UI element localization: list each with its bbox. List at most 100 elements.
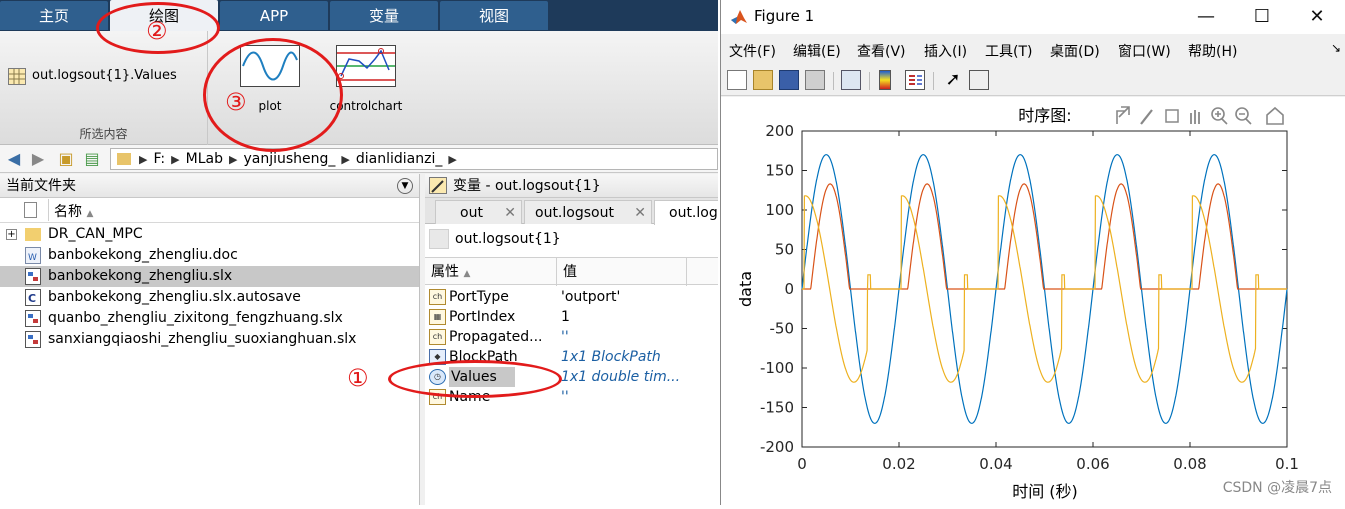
current-folder-title: 当前文件夹 ▼ bbox=[0, 174, 419, 198]
menu-window[interactable]: 窗口(W) bbox=[1118, 41, 1171, 61]
close-icon[interactable]: ✕ bbox=[634, 201, 646, 224]
export-icon[interactable] bbox=[1116, 106, 1130, 124]
char-type-icon: ch bbox=[429, 329, 446, 345]
simulink-file-icon bbox=[25, 331, 41, 348]
list-item[interactable]: + DR_CAN_MPC bbox=[0, 224, 419, 245]
variable-editor-panel: 变量 - out.logsout{1} out ✕ out.logsout ✕ ou… bbox=[425, 174, 718, 505]
pan-hand-icon[interactable] bbox=[1190, 110, 1200, 124]
tab-view[interactable]: 视图 bbox=[440, 1, 548, 30]
tab-variable[interactable]: 变量 bbox=[330, 1, 438, 30]
tab-out-logsout[interactable]: out.logsout ✕ bbox=[524, 200, 652, 224]
tab-home[interactable]: 主页 bbox=[0, 1, 108, 30]
folder-icon bbox=[25, 228, 41, 241]
link-plot-icon[interactable] bbox=[841, 70, 861, 90]
table-row[interactable]: ch Propagated... '' bbox=[425, 327, 718, 347]
time-series-chart[interactable]: 时序图: 200150100500-50-100-150-2000 0.02 0.0… bbox=[721, 97, 1345, 505]
menu-help[interactable]: 帮助(H) bbox=[1188, 41, 1237, 61]
chevron-right-icon: ▶ bbox=[228, 152, 238, 166]
legend-icon[interactable] bbox=[905, 70, 925, 90]
list-item[interactable]: C banbokekong_zhengliu.slx.autosave bbox=[0, 287, 419, 308]
table-row[interactable]: ▦ PortIndex 1 bbox=[425, 307, 718, 327]
close-icon[interactable]: ✕ bbox=[1303, 4, 1331, 30]
variable-path-text: out.logsout{1} bbox=[455, 231, 561, 247]
print-icon[interactable] bbox=[805, 70, 825, 90]
datatip-icon[interactable] bbox=[1165, 109, 1179, 123]
crumb-mlab[interactable]: MLab bbox=[186, 151, 223, 167]
simulink-file-icon bbox=[25, 310, 41, 327]
watermark: CSDN @凌晨7点 bbox=[1222, 480, 1332, 496]
property-editor-icon[interactable] bbox=[969, 70, 989, 90]
menu-edit[interactable]: 编辑(E) bbox=[793, 41, 841, 61]
minimize-icon[interactable]: — bbox=[1192, 4, 1220, 30]
tab-apps[interactable]: APP bbox=[220, 1, 328, 30]
save-icon[interactable] bbox=[779, 70, 799, 90]
forward-arrow-icon[interactable]: ▶ bbox=[28, 149, 48, 169]
menu-view[interactable]: 查看(V) bbox=[857, 41, 906, 61]
chevron-right-icon: ▶ bbox=[448, 152, 457, 166]
svg-text:W: W bbox=[28, 253, 37, 263]
crumb-drive[interactable]: F: bbox=[153, 151, 165, 167]
variable-path: out.logsout{1} bbox=[429, 227, 718, 251]
new-figure-icon[interactable] bbox=[727, 70, 747, 90]
crumb-yanjiusheng[interactable]: yanjiusheng_ bbox=[243, 151, 335, 167]
x-tick-label: 0 bbox=[797, 455, 807, 473]
y-tick-label: 150 bbox=[765, 162, 794, 180]
brush-icon[interactable] bbox=[1140, 109, 1153, 125]
x-tick-label: 0.1 bbox=[1275, 455, 1299, 473]
list-item[interactable]: sanxiangqiaoshi_zhengliu_suoxianghuan.sl… bbox=[0, 329, 419, 350]
variable-tabs: out✕ out.logsout✕ out.logs bbox=[425, 198, 718, 225]
chevron-right-icon: ▶ bbox=[341, 152, 350, 166]
list-item[interactable]: W banbokekong_zhengliu.doc bbox=[0, 245, 419, 266]
tab-out[interactable]: out ✕ bbox=[435, 200, 522, 224]
value-column-header[interactable]: 值 bbox=[557, 258, 687, 286]
figure-window: Figure 1 — ☐ ✕ 文件(F) 编辑(E) 查看(V) 插入(I) 工… bbox=[720, 0, 1345, 505]
control-chart-icon bbox=[336, 45, 396, 87]
current-folder-title-text: 当前文件夹 bbox=[6, 178, 76, 194]
char-type-icon: ch bbox=[429, 289, 446, 305]
x-tick-label: 0.04 bbox=[979, 455, 1012, 473]
list-item[interactable]: banbokekong_zhengliu.slx bbox=[0, 266, 419, 287]
variable-grid-icon bbox=[8, 68, 26, 85]
selection-section-label: 所选内容 bbox=[79, 127, 128, 141]
crumb-dianlidianzi[interactable]: dianlidianzi_ bbox=[356, 151, 442, 167]
y-tick-label: 200 bbox=[765, 122, 794, 140]
tab-out-logsout-1[interactable]: out.logs bbox=[654, 200, 718, 225]
chart-title: 时序图: bbox=[1018, 106, 1071, 125]
annotation-ellipse-3 bbox=[203, 38, 343, 152]
figure-title: Figure 1 bbox=[754, 7, 815, 25]
annotation-ellipse-1 bbox=[388, 360, 562, 398]
table-row[interactable]: ch PortType 'outport' bbox=[425, 287, 718, 307]
menu-file[interactable]: 文件(F) bbox=[729, 41, 776, 61]
maximize-icon[interactable]: ☐ bbox=[1248, 4, 1276, 30]
property-column-header[interactable]: 属性 ▲ bbox=[425, 258, 557, 286]
open-file-icon[interactable] bbox=[753, 70, 773, 90]
zoom-in-icon[interactable] bbox=[1211, 107, 1228, 125]
y-tick-label: -50 bbox=[770, 320, 795, 338]
name-column-header[interactable]: 名称 ▲ bbox=[54, 201, 93, 221]
colorbar-icon[interactable] bbox=[879, 70, 891, 90]
autosave-file-icon: C bbox=[25, 289, 41, 306]
matlab-main-window: 主页 绘图 APP 变量 视图 out.logsout{1}.Values 所选… bbox=[0, 0, 718, 505]
menu-insert[interactable]: 插入(I) bbox=[924, 41, 967, 61]
y-tick-label: 50 bbox=[775, 241, 794, 259]
panel-menu-icon[interactable]: ▼ bbox=[397, 178, 413, 194]
list-item[interactable]: quanbo_zhengliu_zixitong_fengzhuang.slx bbox=[0, 308, 419, 329]
menu-desktop[interactable]: 桌面(D) bbox=[1050, 41, 1100, 61]
y-tick-label: -150 bbox=[760, 399, 794, 417]
svg-text:C: C bbox=[28, 292, 36, 305]
menu-tools[interactable]: 工具(T) bbox=[985, 41, 1032, 61]
dock-arrow-icon[interactable]: ↘ bbox=[1331, 41, 1341, 55]
home-icon[interactable] bbox=[1266, 106, 1284, 125]
x-tick-label: 0.08 bbox=[1173, 455, 1206, 473]
zoom-out-icon[interactable] bbox=[1235, 107, 1252, 125]
back-arrow-icon[interactable]: ◀ bbox=[4, 149, 24, 169]
file-type-column-icon bbox=[24, 202, 37, 218]
pointer-icon[interactable]: ➚ bbox=[943, 70, 963, 90]
file-name: quanbo_zhengliu_zixitong_fengzhuang.slx bbox=[48, 310, 343, 326]
expand-plus-icon[interactable]: + bbox=[6, 229, 17, 240]
browse-folder-icon[interactable]: ▤ bbox=[82, 149, 102, 169]
file-name: banbokekong_zhengliu.slx.autosave bbox=[48, 289, 301, 305]
path-field[interactable]: ▶ F: ▶ MLab ▶ yanjiusheng_ ▶ dianlidianz… bbox=[110, 148, 718, 170]
close-icon[interactable]: ✕ bbox=[504, 201, 516, 224]
up-folder-icon[interactable]: ▣ bbox=[56, 149, 76, 169]
